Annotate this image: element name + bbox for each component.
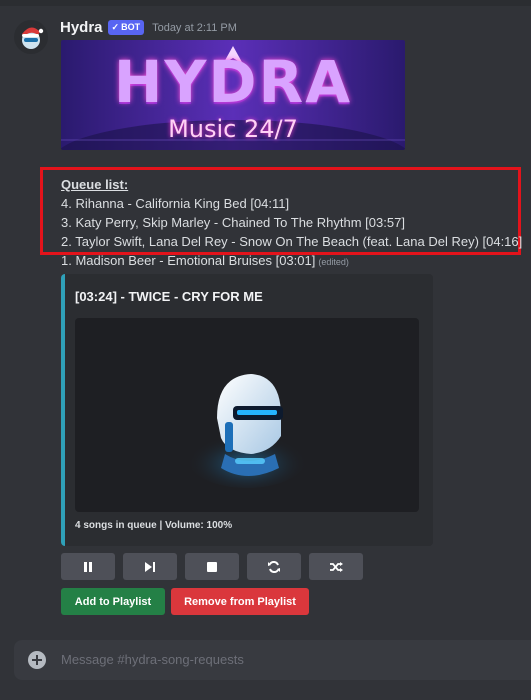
message-header: Hydra ✓ BOT Today at 2:11 PM	[60, 19, 237, 36]
shuffle-button[interactable]	[309, 553, 363, 580]
timestamp[interactable]: Today at 2:11 PM	[152, 22, 237, 34]
queue-item-last: 1. Madison Beer - Emotional Bruises [03:…	[61, 253, 349, 268]
queue-item: 3. Katy Perry, Skip Marley - Chained To …	[61, 215, 405, 230]
remove-from-playlist-button[interactable]: Remove from Playlist	[171, 588, 309, 615]
queue-item: 2. Taylor Swift, Lana Del Rey - Snow On …	[61, 234, 523, 249]
edited-label: (edited)	[318, 257, 349, 267]
loop-button[interactable]	[247, 553, 301, 580]
queue-item: 1. Madison Beer - Emotional Bruises [03:…	[61, 253, 316, 268]
bot-tag-label: BOT	[121, 22, 141, 32]
plus-icon	[32, 655, 42, 665]
shuffle-icon	[330, 561, 343, 572]
embed-footer: 4 songs in queue | Volume: 100%	[75, 520, 233, 531]
message-composer[interactable]: Message #hydra-song-requests	[14, 640, 531, 680]
username[interactable]: Hydra	[60, 19, 103, 36]
skip-button[interactable]	[123, 553, 177, 580]
skip-icon	[145, 561, 155, 572]
banner-subtitle: Music 24/7	[168, 115, 298, 143]
stop-button[interactable]	[185, 553, 239, 580]
add-to-playlist-button[interactable]: Add to Playlist	[61, 588, 165, 615]
hydra-banner-image[interactable]: HYDRA Music 24/7	[61, 40, 405, 150]
bot-tag: ✓ BOT	[107, 20, 145, 35]
banner-logo-text: HYDRA	[113, 48, 353, 116]
embed-image[interactable]	[75, 318, 419, 512]
verified-check-icon: ✓	[111, 22, 120, 32]
avatar[interactable]	[14, 20, 48, 54]
message-input-placeholder[interactable]: Message #hydra-song-requests	[61, 652, 244, 667]
pause-icon	[84, 561, 92, 572]
embed-title: [03:24] - TWICE - CRY FOR ME	[75, 289, 263, 304]
add-attachment-button[interactable]	[28, 651, 46, 669]
now-playing-embed: [03:24] - TWICE - CRY FOR ME 4 songs in	[61, 274, 433, 546]
queue-title: Queue list:	[61, 177, 129, 192]
pause-button[interactable]	[61, 553, 115, 580]
stop-icon	[207, 561, 217, 572]
top-strip	[0, 0, 531, 6]
queue-item: 4. Rihanna - California King Bed [04:11]	[61, 196, 290, 211]
repeat-icon	[268, 560, 280, 573]
